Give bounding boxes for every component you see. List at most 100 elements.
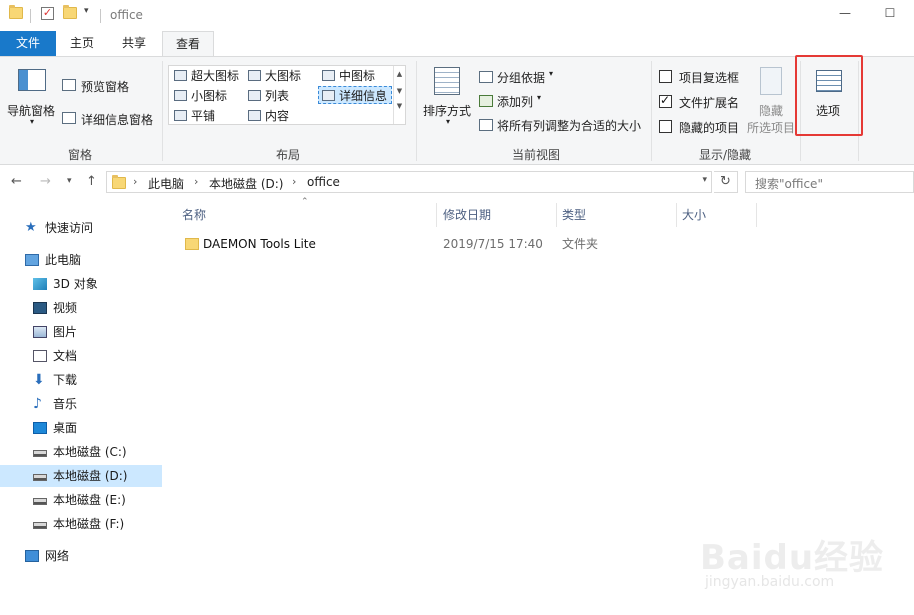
layout-medium-icons[interactable]: 中图标 <box>319 67 375 85</box>
breadcrumb-office[interactable]: office <box>307 175 340 189</box>
nav-item-videos[interactable]: 视频 <box>0 297 162 319</box>
nav-item-this-pc[interactable]: 此电脑 <box>0 249 162 271</box>
group-separator <box>651 61 652 161</box>
column-separator[interactable] <box>676 203 677 227</box>
maximize-icon[interactable]: ☐ <box>880 6 900 22</box>
current-view-group-label: 当前视图 <box>511 148 560 162</box>
drive-d-icon <box>33 474 47 481</box>
column-header-name[interactable]: 名称 <box>182 203 436 227</box>
sort-by-button[interactable]: 排序方式 ▾ <box>420 65 474 135</box>
item-checkboxes-toggle[interactable]: 项目复选框 <box>657 68 747 86</box>
column-header-type[interactable]: 类型 <box>562 203 674 227</box>
nav-item-drive-c[interactable]: 本地磁盘 (C:) <box>0 441 162 463</box>
nav-item-downloads[interactable]: ⬇ 下载 <box>0 369 162 391</box>
preview-pane-button[interactable]: 预览窗格 <box>60 76 160 96</box>
nav-item-music[interactable]: ♪ 音乐 <box>0 393 162 415</box>
address-bar[interactable]: › 此电脑 › 本地磁盘 (D:) › office ▾ <box>106 171 712 193</box>
nav-item-label: 3D 对象 <box>53 277 98 291</box>
nav-item-drive-f[interactable]: 本地磁盘 (F:) <box>0 513 162 535</box>
layout-item-label: 平铺 <box>191 109 216 123</box>
tab-view[interactable]: 查看 <box>162 31 214 57</box>
layout-extra-large-icons[interactable]: 超大图标 <box>171 67 239 85</box>
layout-details[interactable]: 详细信息 <box>318 86 392 104</box>
breadcrumb-drive-d[interactable]: 本地磁盘 (D:) <box>209 175 283 192</box>
layout-item-label: 超大图标 <box>191 69 240 83</box>
file-extensions-toggle[interactable]: 文件扩展名 <box>657 93 747 111</box>
group-by-button[interactable]: 分组依据 ▾ <box>477 68 567 86</box>
layout-content[interactable]: 内容 <box>245 107 289 125</box>
column-separator[interactable] <box>756 203 757 227</box>
minimize-icon[interactable]: — <box>835 6 855 22</box>
tab-home[interactable]: 主页 <box>58 31 106 56</box>
column-header-size[interactable]: 大小 <box>682 203 756 227</box>
drive-e-icon <box>33 498 47 505</box>
add-columns-icon <box>479 95 493 107</box>
hide-selected-label-line2: 所选项目 <box>747 121 796 135</box>
column-header-date[interactable]: 修改日期 <box>443 203 555 227</box>
3d-objects-icon <box>33 278 47 290</box>
nav-item-network[interactable]: 网络 <box>0 545 162 567</box>
videos-icon <box>33 302 47 314</box>
address-row: ← → ▾ ↑ › 此电脑 › 本地磁盘 (D:) › office ▾ ↻ 搜… <box>0 166 914 200</box>
layout-list[interactable]: 列表 <box>245 87 289 105</box>
size-all-columns-button[interactable]: 将所有列调整为合适的大小 <box>477 116 647 134</box>
drive-f-icon <box>33 522 47 529</box>
chevron-down-icon: ▾ <box>30 117 35 126</box>
scroll-up-icon[interactable]: ▲ <box>394 70 405 78</box>
details-pane-button[interactable]: 详细信息窗格 <box>60 109 160 129</box>
nav-item-3d-objects[interactable]: 3D 对象 <box>0 273 162 295</box>
hidden-items-toggle[interactable]: 隐藏的项目 <box>657 118 747 136</box>
item-checkboxes-label: 项目复选框 <box>679 71 740 85</box>
downloads-icon: ⬇ <box>33 372 45 388</box>
nav-item-drive-e[interactable]: 本地磁盘 (E:) <box>0 489 162 511</box>
back-arrow-icon[interactable]: ← <box>11 174 22 189</box>
nav-item-documents[interactable]: 文档 <box>0 345 162 367</box>
breadcrumb-chevron-icon[interactable]: › <box>292 175 296 188</box>
tab-share[interactable]: 共享 <box>110 31 158 56</box>
title-separator <box>100 9 101 23</box>
nav-item-pictures[interactable]: 图片 <box>0 321 162 343</box>
forward-arrow-icon[interactable]: → <box>40 174 51 189</box>
nav-item-label: 本地磁盘 (F:) <box>53 517 125 531</box>
search-input[interactable]: 搜索"office" <box>745 171 914 193</box>
recent-locations-chevron-icon[interactable]: ▾ <box>67 176 72 186</box>
layout-item-label: 列表 <box>265 89 290 103</box>
nav-item-desktop[interactable]: 桌面 <box>0 417 162 439</box>
gallery-expand-icon[interactable]: ▼ <box>394 102 405 110</box>
hide-selected-items-button[interactable]: 隐藏 所选项目 <box>745 65 795 137</box>
refresh-icon[interactable]: ↻ <box>714 171 738 193</box>
nav-item-quick-access[interactable]: ★ 快速访问 <box>0 217 162 239</box>
file-extensions-checkbox[interactable] <box>659 93 672 108</box>
drive-c-icon <box>33 450 47 457</box>
add-columns-button[interactable]: 添加列 ▾ <box>477 92 557 110</box>
column-separator[interactable] <box>436 203 437 227</box>
customize-toolbar-icon[interactable]: ▾ <box>84 6 89 16</box>
title-separator <box>30 9 31 23</box>
breadcrumb-this-pc[interactable]: 此电脑 <box>148 175 184 192</box>
breadcrumb-chevron-icon[interactable]: › <box>133 175 137 188</box>
layout-tiles[interactable]: 平铺 <box>171 107 215 125</box>
gallery-scrollbar[interactable]: ▲ ▼ ▼ <box>393 66 405 124</box>
add-columns-label: 添加列 <box>497 95 534 109</box>
breadcrumb-chevron-icon[interactable]: › <box>194 175 198 188</box>
item-checkboxes-checkbox[interactable] <box>659 70 672 83</box>
hidden-items-label: 隐藏的项目 <box>679 121 740 135</box>
layout-large-icons[interactable]: 大图标 <box>245 67 301 85</box>
properties-check-icon[interactable]: ✓ <box>41 7 54 20</box>
group-separator <box>416 61 417 161</box>
column-separator[interactable] <box>556 203 557 227</box>
hidden-items-checkbox[interactable] <box>659 120 672 133</box>
file-type: 文件夹 <box>562 237 599 251</box>
new-folder-icon[interactable] <box>63 5 77 19</box>
up-arrow-icon[interactable]: ↑ <box>86 174 97 189</box>
address-dropdown-icon[interactable]: ▾ <box>702 175 707 185</box>
navigation-pane-button[interactable]: 导航窗格 ▾ <box>4 65 56 133</box>
scroll-down-icon[interactable]: ▼ <box>394 87 405 95</box>
file-row[interactable]: DAEMON Tools Lite 2019/7/15 17:40 文件夹 <box>178 233 758 255</box>
nav-item-drive-d[interactable]: 本地磁盘 (D:) <box>0 465 162 487</box>
sort-by-icon <box>434 67 460 95</box>
file-extensions-label: 文件扩展名 <box>679 96 740 110</box>
tab-file[interactable]: 文件 <box>0 31 56 56</box>
nav-item-label: 此电脑 <box>45 253 82 267</box>
layout-small-icons[interactable]: 小图标 <box>171 87 227 105</box>
